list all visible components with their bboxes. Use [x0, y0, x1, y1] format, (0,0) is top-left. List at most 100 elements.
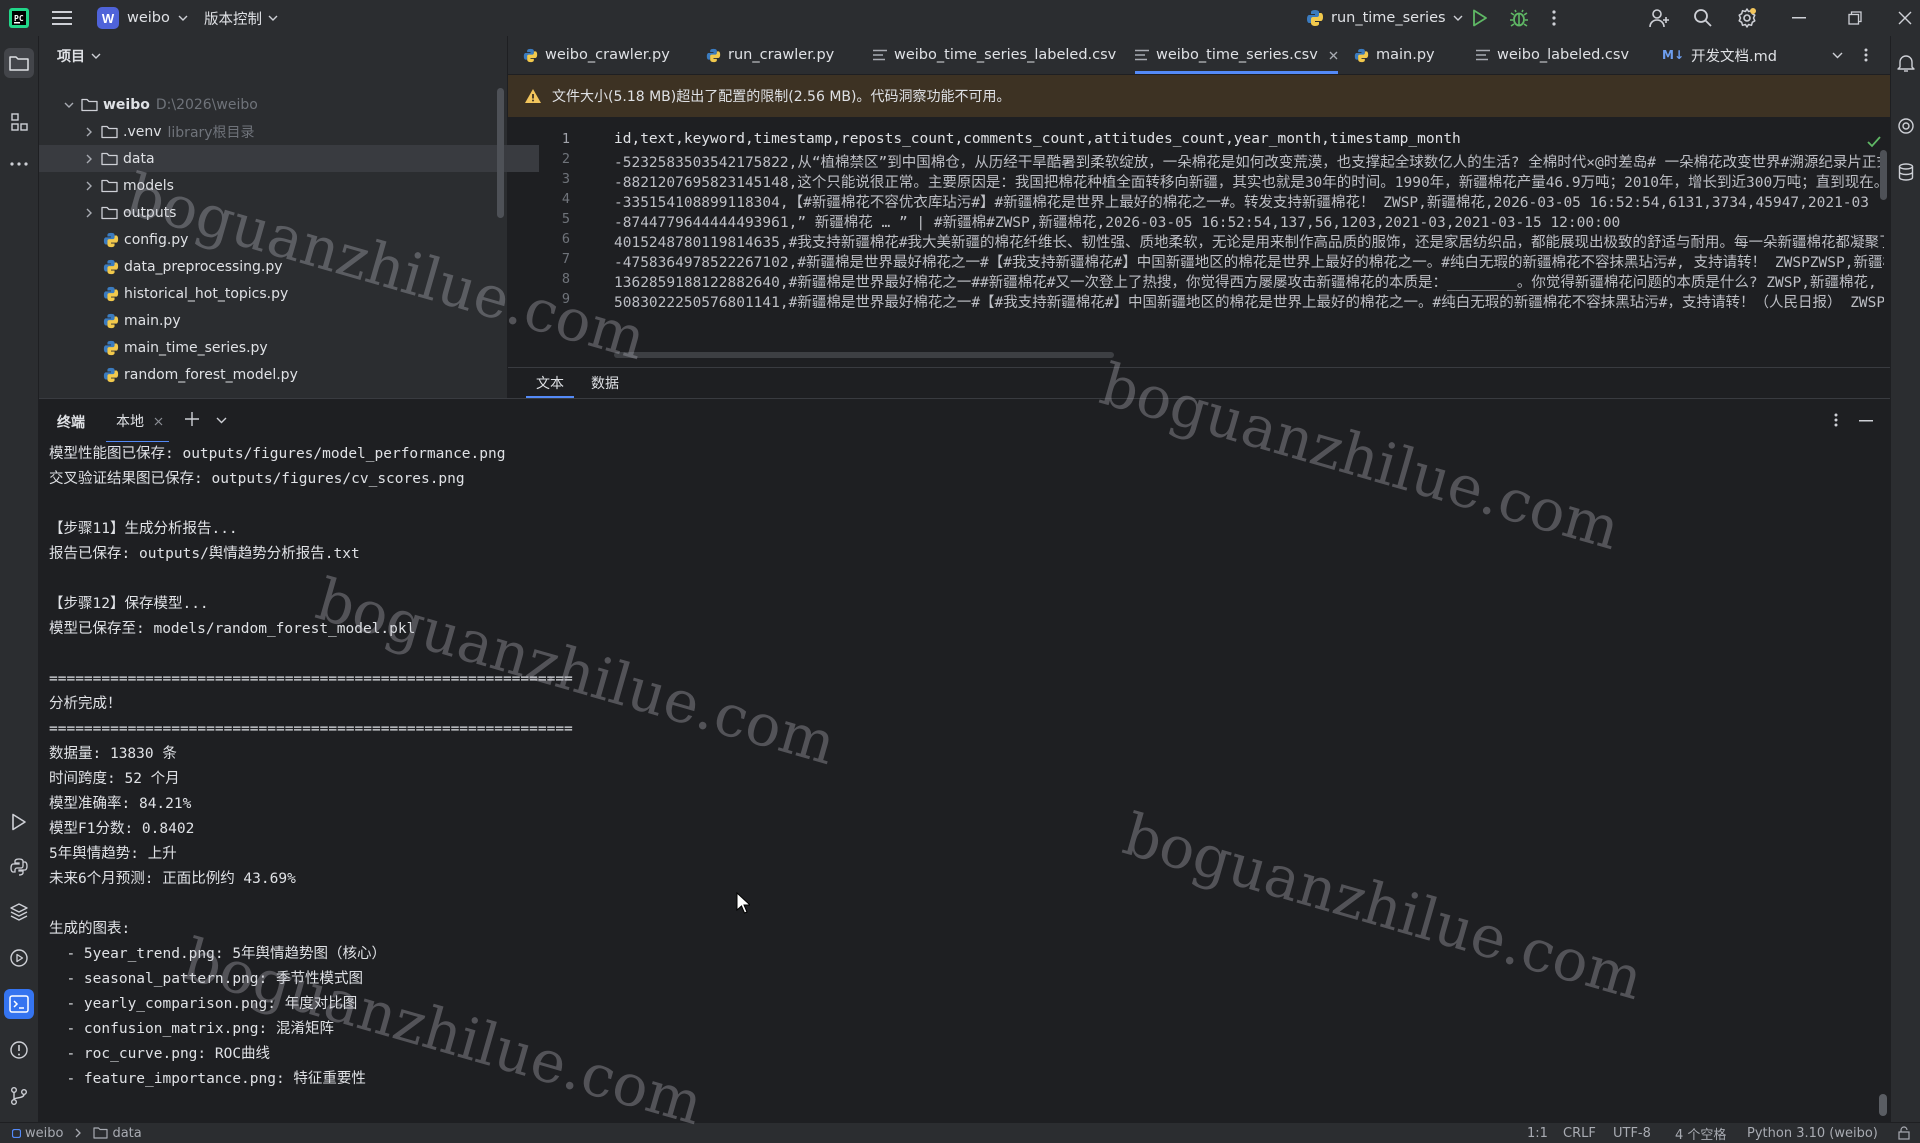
breadcrumb[interactable]: weibo data	[12, 1123, 142, 1143]
close-tab-icon[interactable]	[1329, 51, 1338, 60]
terminal-header: 终端 本地	[39, 398, 1890, 443]
project-panel-header[interactable]: 项目	[57, 46, 101, 66]
editor-tab-label: weibo_time_series_labeled.csv	[894, 47, 1117, 63]
terminal-tab-local[interactable]: 本地	[106, 399, 169, 443]
tree-item[interactable]: main_time_series.py	[39, 334, 561, 361]
view-tab-text[interactable]: 文本	[526, 368, 574, 398]
more-actions-icon[interactable]	[1552, 0, 1556, 36]
editor-tab[interactable]: main.py	[1354, 36, 1435, 74]
project-scrollbar[interactable]	[497, 88, 504, 218]
tree-item[interactable]: main.py	[39, 307, 561, 334]
problems-icon[interactable]	[0, 1032, 38, 1068]
add-user-icon[interactable]	[1648, 0, 1670, 36]
inspection-ok-check-icon	[1867, 136, 1881, 148]
terminal-more-options-icon[interactable]	[1834, 413, 1838, 427]
file-encoding[interactable]: UTF-8	[1613, 1123, 1651, 1143]
terminal-line: 时间跨度: 52 个月	[49, 771, 180, 787]
vcs-menu[interactable]: 版本控制	[204, 0, 278, 36]
python-console-icon[interactable]	[0, 849, 38, 885]
chevron-right-icon	[81, 127, 97, 137]
tree-item[interactable]: config.py	[39, 226, 561, 253]
python-file-icon	[706, 48, 721, 63]
caret-position[interactable]: 1:1	[1527, 1123, 1548, 1143]
line-number-gutter: 1 2 3 4 5 6 7 8 9	[508, 131, 588, 361]
chevron-down-icon	[1453, 15, 1463, 21]
tree-root-path: D:\2026\weibo	[155, 96, 258, 113]
tree-item-label: config.py	[124, 231, 189, 248]
lock-icon[interactable]	[1898, 1123, 1910, 1143]
tree-item-label: models	[123, 177, 174, 194]
chevron-right-icon	[81, 208, 97, 218]
tree-root-weibo[interactable]: weibo D:\2026\weibo	[39, 91, 519, 118]
tree-item[interactable]: models	[39, 172, 539, 199]
terminal-tool-icon[interactable]	[0, 986, 38, 1022]
terminal-tab-label: 本地	[116, 414, 144, 430]
editor-tab[interactable]: weibo_time_series.csv	[1135, 36, 1338, 74]
python-interpreter[interactable]: Python 3.10 (weibo)	[1747, 1123, 1878, 1143]
editor-tab[interactable]: run_crawler.py	[706, 36, 834, 74]
terminal-line: - seasonal_pattern.png: 季节性模式图	[49, 971, 363, 987]
code-editor[interactable]: id,text,keyword,timestamp,reposts_count,…	[614, 131, 1884, 361]
vcs-label: 版本控制	[204, 11, 262, 28]
notifications-bell-icon[interactable]	[1891, 45, 1920, 81]
ai-assistant-icon[interactable]	[1891, 108, 1920, 144]
editor-more-options-icon[interactable]	[1864, 48, 1868, 62]
editor-tab[interactable]: weibo_crawler.py	[523, 36, 670, 74]
terminal-options-chevron-down-icon[interactable]	[216, 417, 227, 424]
tree-item[interactable]: random_forest_model.py	[39, 361, 561, 388]
python-file-icon	[103, 259, 119, 275]
debug-icon[interactable]	[1509, 0, 1529, 36]
layers-icon[interactable]	[0, 894, 38, 930]
indent-setting[interactable]: 4 个空格	[1675, 1123, 1726, 1143]
editor-tab[interactable]: weibo_labeled.csv	[1476, 36, 1629, 74]
chevron-down-icon	[91, 53, 101, 59]
editor-tab[interactable]: weibo_time_series_labeled.csv	[873, 36, 1116, 74]
editor-tab[interactable]: M↓ 开发文档.md	[1662, 36, 1777, 74]
minimize-panel-icon[interactable]	[1859, 420, 1873, 422]
close-tab-icon[interactable]	[154, 417, 163, 426]
code-line: -8744779644444493961,” 新疆棉花 … ” | #新疆棉#Z…	[614, 215, 1621, 231]
line-separator[interactable]: CRLF	[1563, 1123, 1596, 1143]
csv-file-icon	[1476, 49, 1490, 61]
tab-list-chevron-down-icon[interactable]	[1832, 52, 1843, 59]
code-line: -4758364978522267102,#新疆棉是世界最好棉花之一#【#我支持…	[614, 255, 1884, 271]
project-switcher[interactable]: W weibo	[97, 0, 188, 36]
run-icon[interactable]	[1472, 0, 1488, 36]
tree-item[interactable]: .venv library根目录	[39, 118, 539, 145]
tree-item[interactable]: outputs	[39, 199, 539, 226]
terminal-scrollbar[interactable]	[1879, 1094, 1887, 1116]
terminal-line: 模型F1分数: 0.8402	[49, 821, 195, 837]
structure-icon[interactable]	[0, 104, 38, 140]
editor-horizontal-scrollbar[interactable]	[614, 352, 1114, 358]
more-tools-icon[interactable]	[0, 146, 38, 182]
terminal-line: - feature_importance.png: 特征重要性	[49, 1071, 366, 1087]
settings-gear-icon[interactable]	[1736, 0, 1758, 36]
restore-window-icon[interactable]	[1848, 0, 1862, 36]
chevron-right-icon	[81, 154, 97, 164]
tree-item[interactable]: historical_hot_topics.py	[39, 280, 561, 307]
terminal-line: 模型准确率: 84.21%	[49, 796, 192, 812]
tree-item[interactable]: data_preprocessing.py	[39, 253, 561, 280]
terminal-line: 未来6个月预测: 正面比例约 43.69%	[49, 871, 296, 887]
main-menu-icon[interactable]	[52, 0, 72, 36]
code-line: 1362859188122882640,#新疆棉是世界最好棉花之一##新疆棉花#…	[614, 275, 1877, 291]
services-icon[interactable]	[0, 940, 38, 976]
editor-vertical-scrollbar[interactable]	[1880, 150, 1887, 200]
close-window-icon[interactable]	[1898, 0, 1912, 36]
project-tool-folder-icon[interactable]	[0, 45, 38, 81]
new-terminal-plus-icon[interactable]	[185, 412, 199, 426]
run-tool-icon[interactable]	[0, 804, 38, 840]
line-number: 2	[561, 151, 570, 167]
tree-item-label: data	[123, 150, 155, 167]
search-icon[interactable]	[1693, 0, 1713, 36]
minimize-window-icon[interactable]	[1792, 0, 1806, 36]
terminal-output[interactable]: 模型性能图已保存: outputs/figures/model_performa…	[39, 442, 1890, 1122]
python-file-icon	[103, 367, 119, 383]
view-tab-data[interactable]: 数据	[591, 368, 619, 398]
app-logo-icon: PC	[8, 0, 30, 36]
run-config-selector[interactable]: run_time_series	[1306, 0, 1463, 36]
git-branch-icon[interactable]	[0, 1078, 38, 1114]
terminal-line: 分析完成！	[49, 696, 122, 712]
database-icon[interactable]	[1891, 154, 1920, 190]
tree-item[interactable]: data	[39, 145, 539, 172]
